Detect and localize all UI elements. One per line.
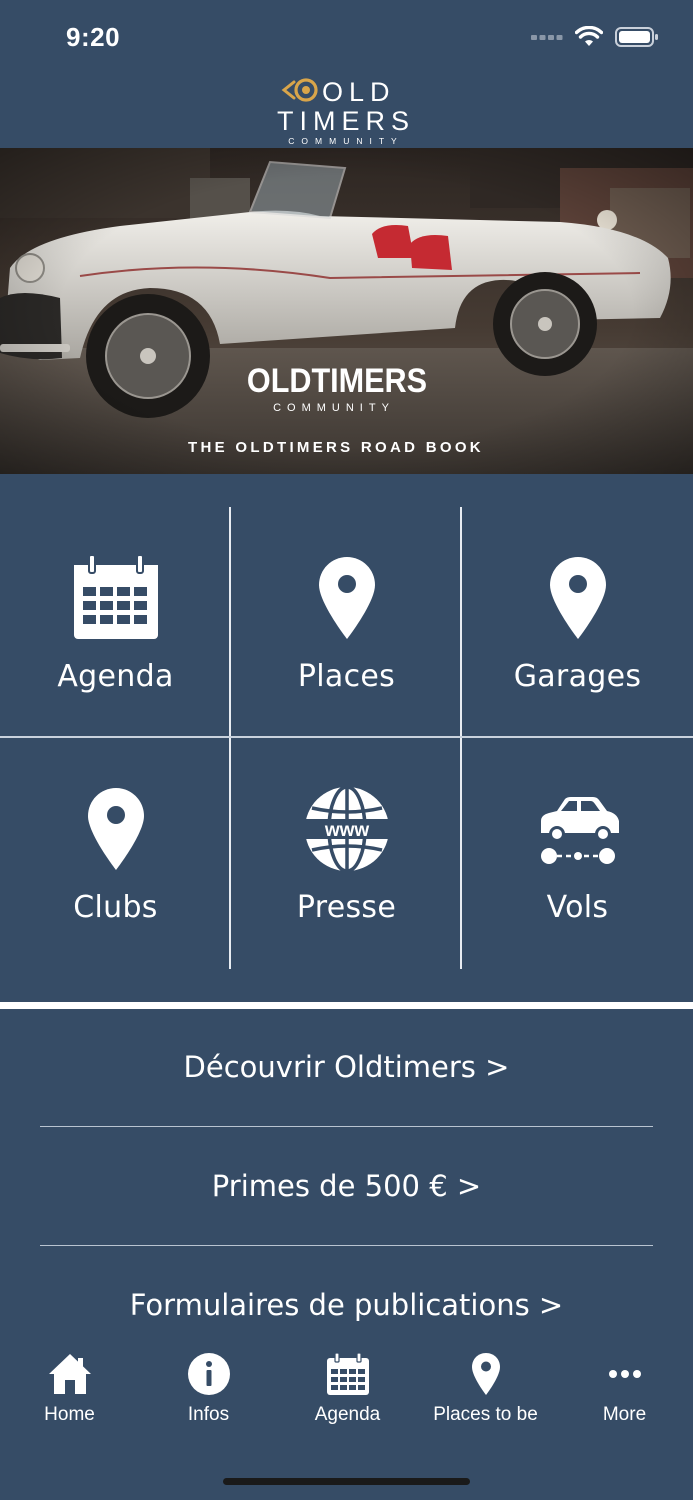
map-pin-icon	[471, 1353, 500, 1395]
logo-line3: COMMUNITY	[288, 136, 403, 146]
signal-icon	[531, 35, 563, 40]
hero-brand-sub: COMMUNITY	[273, 402, 395, 414]
hero-banner: OLDTIMERS COMMUNITY THE OLDTIMERS ROAD B…	[0, 148, 693, 474]
tab-agenda[interactable]: Agenda	[278, 1350, 417, 1426]
status-icons	[531, 26, 659, 48]
car-icon	[540, 797, 619, 864]
tab-label: Infos	[187, 1404, 230, 1425]
tab-home[interactable]: Home	[0, 1350, 139, 1426]
grid-item-label: Clubs	[73, 890, 158, 925]
feature-grid: Agenda Places Garages Clubs www Presse V…	[0, 507, 693, 969]
grid-item-places[interactable]: Places	[231, 507, 462, 738]
home-indicator[interactable]	[223, 1478, 470, 1485]
info-icon	[187, 1353, 230, 1395]
tab-infos[interactable]: Infos	[139, 1350, 278, 1426]
grid-item-clubs[interactable]: Clubs	[0, 738, 231, 969]
logo-mark-icon	[281, 78, 318, 102]
tab-label: Places to be	[433, 1404, 538, 1425]
battery-icon	[615, 27, 658, 47]
link-decouvrir[interactable]: Découvrir Oldtimers >	[0, 1050, 693, 1084]
calendar-icon	[73, 555, 158, 639]
hero-brand: OLDTIMERS	[247, 362, 427, 400]
grid-item-label: Garages	[513, 659, 642, 694]
link-primes[interactable]: Primes de 500 € >	[0, 1169, 693, 1203]
map-pin-icon	[318, 557, 375, 639]
grid-item-vols[interactable]: Vols	[462, 738, 693, 969]
status-time: 9:20	[66, 22, 121, 52]
grid-item-label: Presse	[296, 890, 397, 925]
svg-text:www: www	[323, 820, 369, 841]
grid-item-label: Places	[297, 659, 396, 694]
tab-label: Agenda	[314, 1404, 381, 1425]
grid-item-label: Vols	[546, 890, 609, 925]
hero-car-image: OLDTIMERS COMMUNITY THE OLDTIMERS ROAD B…	[0, 148, 693, 474]
app-logo: OLD TIMERS COMMUNITY	[0, 74, 693, 146]
home-icon	[48, 1354, 91, 1394]
link-divider	[40, 1245, 653, 1246]
status-bar: 9:20	[0, 0, 693, 70]
grid-item-garages[interactable]: Garages	[462, 507, 693, 738]
link-formulaires[interactable]: Formulaires de publications >	[0, 1288, 693, 1322]
map-pin-icon	[549, 557, 606, 639]
grid-item-agenda[interactable]: Agenda	[0, 507, 231, 738]
map-pin-icon	[87, 788, 144, 870]
logo-line1: OLD	[322, 77, 396, 107]
calendar-icon	[326, 1352, 369, 1395]
wifi-icon	[575, 26, 603, 46]
tab-more[interactable]: More	[555, 1350, 693, 1426]
link-divider	[40, 1126, 653, 1127]
hero-tagline: THE OLDTIMERS ROAD BOOK	[188, 439, 484, 456]
tab-label: Home	[44, 1404, 95, 1425]
grid-item-presse[interactable]: www Presse	[231, 738, 462, 969]
tab-label: More	[602, 1404, 647, 1425]
globe-www-icon: www	[303, 786, 390, 872]
section-divider	[0, 1002, 693, 1009]
grid-item-label: Agenda	[57, 659, 174, 694]
tab-places-to-be[interactable]: Places to be	[416, 1350, 555, 1426]
logo-line2: TIMERS	[277, 106, 415, 136]
tab-bar: Home Infos Agenda Places to be More	[0, 1340, 693, 1500]
more-icon	[608, 1370, 641, 1378]
